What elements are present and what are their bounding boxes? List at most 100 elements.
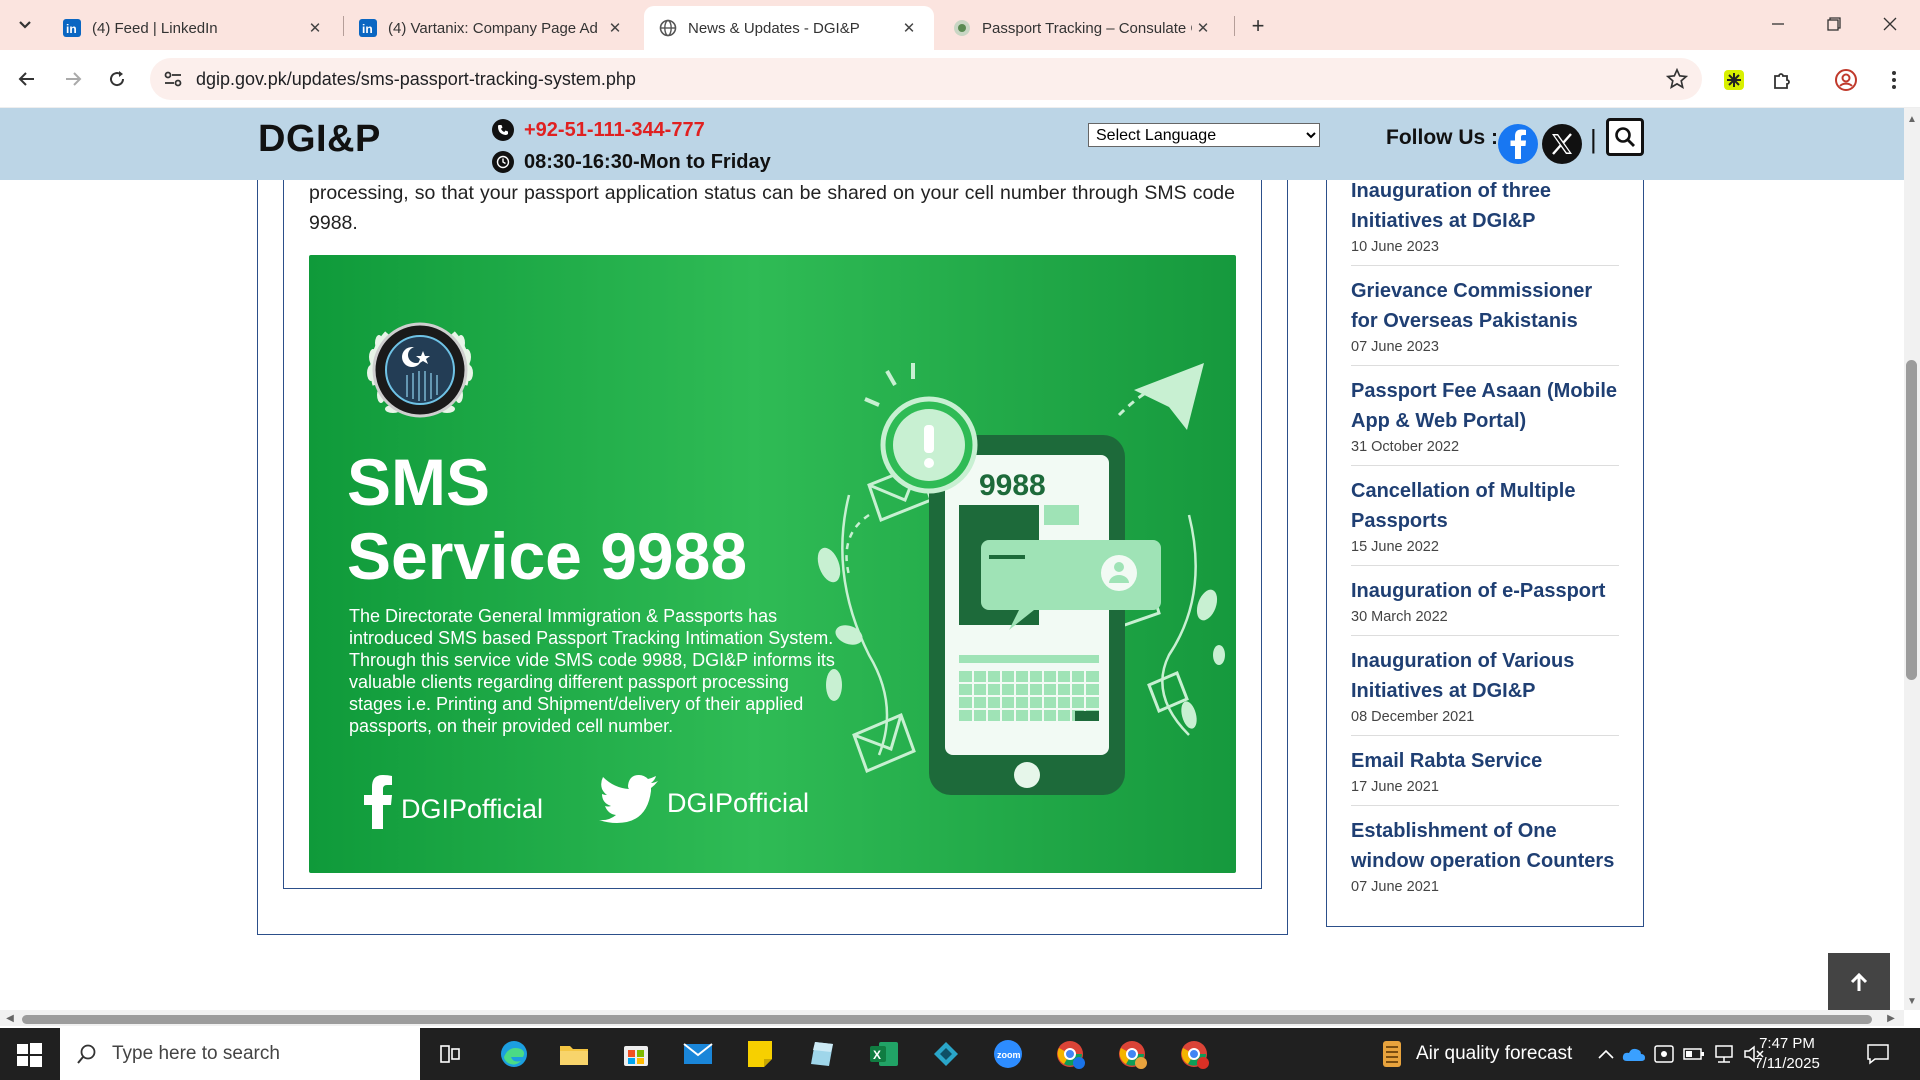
globe-icon <box>658 18 678 38</box>
close-icon[interactable]: ✕ <box>898 17 920 39</box>
news-title-link[interactable]: Establishment of One window operation Co… <box>1351 816 1619 876</box>
arrow-up-icon <box>1850 972 1868 991</box>
chrome-profile-3-icon[interactable] <box>1176 1036 1212 1072</box>
address-bar[interactable]: dgip.gov.pk/updates/sms-passport-trackin… <box>150 58 1702 100</box>
x-twitter-link[interactable] <box>1542 124 1582 164</box>
news-item: Inauguration of three Initiatives at DGI… <box>1351 176 1619 266</box>
tab-search-button[interactable] <box>10 10 40 40</box>
news-title-link[interactable]: Cancellation of Multiple Passports <box>1351 476 1619 536</box>
back-button[interactable] <box>12 64 42 94</box>
edge-icon[interactable] <box>496 1036 532 1072</box>
browser-menu-button[interactable] <box>1880 66 1908 94</box>
vertical-scroll-thumb[interactable] <box>1906 360 1917 680</box>
sms-service-banner: SMS Service 9988 The Directorate General… <box>309 255 1236 873</box>
task-view-icon[interactable] <box>432 1036 468 1072</box>
banner-title: SMS Service 9988 <box>347 445 747 593</box>
scroll-left-arrow[interactable]: ◀ <box>3 1011 17 1025</box>
phone-screen-code: 9988 <box>979 469 1046 502</box>
tab-vartanix[interactable]: in (4) Vartanix: Company Page Ad ✕ <box>344 6 640 50</box>
arrow-right-icon <box>66 72 82 86</box>
bookmark-star-icon[interactable] <box>1666 68 1688 90</box>
news-date: 15 June 2022 <box>1351 539 1439 555</box>
restore-button[interactable] <box>1814 8 1854 40</box>
tab-news-updates[interactable]: News & Updates - DGI&P ✕ <box>644 6 934 50</box>
weather-text[interactable]: Air quality forecast <box>1416 1043 1572 1065</box>
mail-icon[interactable] <box>680 1036 716 1072</box>
site-search-button[interactable] <box>1606 118 1644 156</box>
reload-button[interactable] <box>102 64 132 94</box>
news-date: 07 June 2021 <box>1351 879 1439 895</box>
microsoft-store-icon[interactable] <box>618 1036 654 1072</box>
url-text[interactable]: dgip.gov.pk/updates/sms-passport-trackin… <box>196 69 636 90</box>
scroll-up-arrow[interactable]: ▲ <box>1905 112 1919 126</box>
header-separator: | <box>1590 124 1597 154</box>
minimize-button[interactable] <box>1758 8 1798 40</box>
banner-description-p1: The Directorate General Immigration & Pa… <box>349 606 834 648</box>
news-title-link[interactable]: Inauguration of e-Passport <box>1351 576 1619 606</box>
twitter-bird-icon <box>599 775 658 823</box>
scroll-down-arrow[interactable]: ▼ <box>1905 994 1919 1008</box>
banner-title-line2: Service 9988 <box>347 519 748 593</box>
windows-taskbar: Type here to search X zoom Air quality f… <box>0 1028 1920 1080</box>
news-item: Inauguration of Various Initiatives at D… <box>1351 646 1619 736</box>
linkedin-icon: in <box>358 18 378 38</box>
tab-linkedin-feed[interactable]: in (4) Feed | LinkedIn ✕ <box>48 6 340 50</box>
language-select[interactable]: Select Language <box>1088 123 1320 147</box>
close-window-button[interactable] <box>1870 8 1910 40</box>
banner-facebook-handle: DGIPofficial <box>401 794 544 824</box>
sticky-notes-icon[interactable] <box>742 1036 778 1072</box>
phone-number[interactable]: +92-51-111-344-777 <box>524 119 705 142</box>
browser-toolbar: dgip.gov.pk/updates/sms-passport-trackin… <box>0 50 1920 108</box>
notifications-icon[interactable] <box>1860 1036 1896 1072</box>
news-item: Passport Fee Asaan (Mobile App & Web Por… <box>1351 376 1619 466</box>
app-diamond-icon[interactable] <box>928 1036 964 1072</box>
x-logo-icon <box>1552 133 1572 155</box>
svg-text:in: in <box>362 22 373 36</box>
search-icon <box>1615 127 1635 147</box>
news-date: 07 June 2023 <box>1351 339 1439 355</box>
search-icon <box>77 1044 96 1064</box>
taskbar-search-box[interactable]: Type here to search <box>60 1028 420 1080</box>
contact-info: +92-51-111-344-777 08:30-16:30-Mon to Fr… <box>492 114 771 178</box>
profile-button[interactable] <box>1832 66 1860 94</box>
news-item: Email Rabta Service 17 June 2021 <box>1351 746 1619 806</box>
news-date: 10 June 2023 <box>1351 239 1439 255</box>
weather-icon[interactable] <box>1374 1036 1410 1072</box>
news-title-link[interactable]: Email Rabta Service <box>1351 746 1619 776</box>
svg-text:X: X <box>873 1048 881 1062</box>
banner-twitter: DGIPofficial <box>599 775 809 823</box>
close-icon[interactable]: ✕ <box>304 17 326 39</box>
facebook-link[interactable] <box>1498 124 1538 164</box>
facebook-icon <box>364 775 392 829</box>
tab-title: News & Updates - DGI&P <box>688 19 860 37</box>
new-tab-button[interactable]: + <box>1244 12 1272 40</box>
close-icon[interactable]: ✕ <box>1192 17 1214 39</box>
news-title-link[interactable]: Inauguration of Various Initiatives at D… <box>1351 646 1619 706</box>
scroll-right-arrow[interactable]: ▶ <box>1884 1011 1898 1025</box>
forward-button[interactable] <box>58 64 88 94</box>
clock-date: 7/11/2025 <box>1754 1055 1820 1072</box>
kebab-menu-icon <box>1892 71 1896 89</box>
news-title-link[interactable]: Passport Fee Asaan (Mobile App & Web Por… <box>1351 376 1619 436</box>
taskbar-search-placeholder: Type here to search <box>112 1043 280 1064</box>
site-logo[interactable]: DGI&P <box>258 118 381 161</box>
extension-button[interactable] <box>1720 66 1748 94</box>
notepad-icon[interactable] <box>804 1036 840 1072</box>
tab-passport-tracking[interactable]: Passport Tracking – Consulate G ✕ <box>938 6 1228 50</box>
news-title-link[interactable]: Grievance Commissioner for Overseas Paki… <box>1351 276 1619 336</box>
puzzle-star-icon <box>1724 70 1744 90</box>
zoom-icon[interactable]: zoom <box>990 1036 1026 1072</box>
extensions-menu-button[interactable] <box>1768 66 1796 94</box>
chevron-down-icon <box>19 21 31 29</box>
windows-start-icon[interactable] <box>14 1040 44 1070</box>
site-settings-icon[interactable] <box>162 68 184 90</box>
news-title-link[interactable]: Inauguration of three Initiatives at DGI… <box>1351 176 1619 236</box>
back-to-top-button[interactable] <box>1828 953 1890 1011</box>
chrome-profile-1-icon[interactable] <box>1052 1036 1088 1072</box>
excel-icon[interactable]: X <box>866 1036 902 1072</box>
system-clock[interactable]: 7:47 PM 7/11/2025 <box>1742 1034 1832 1074</box>
close-icon[interactable]: ✕ <box>604 17 626 39</box>
horizontal-scroll-thumb[interactable] <box>22 1015 1872 1024</box>
chrome-profile-2-icon[interactable] <box>1114 1036 1150 1072</box>
file-explorer-icon[interactable] <box>556 1036 592 1072</box>
